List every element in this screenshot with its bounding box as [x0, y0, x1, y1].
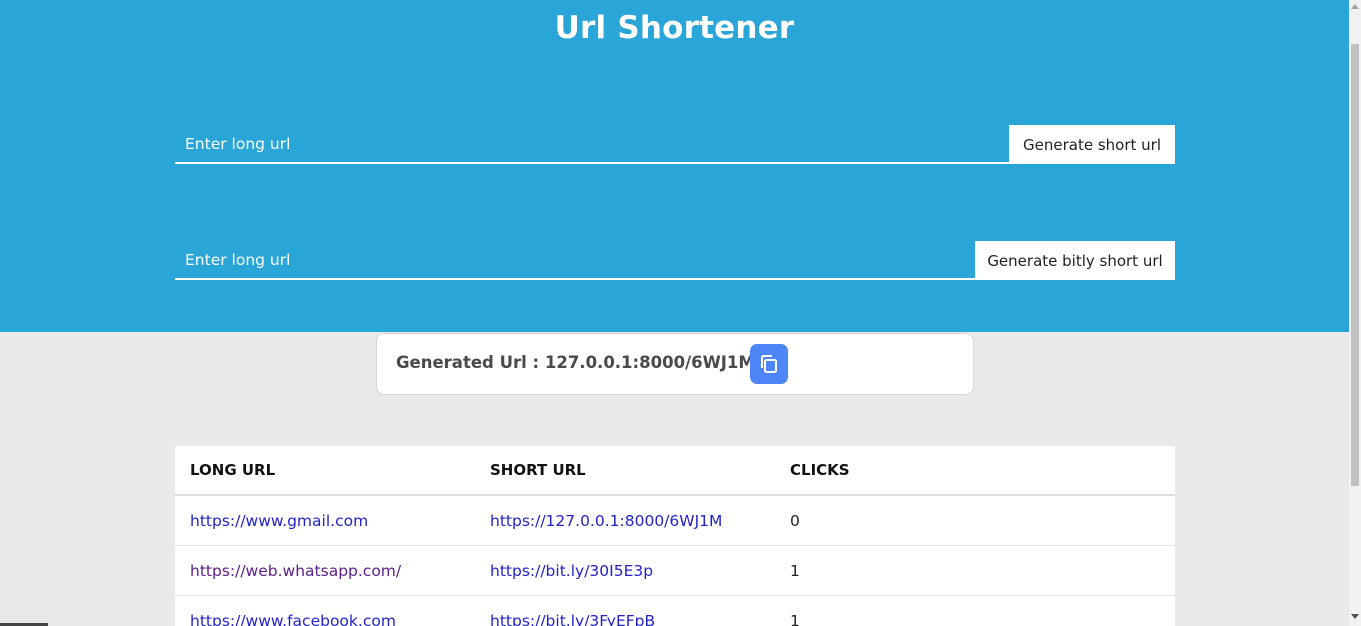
clicks-cell: 0 [775, 495, 1175, 546]
column-header-clicks: CLICKS [775, 446, 1175, 496]
short-url-cell: https://bit.ly/30I5E3p [475, 545, 775, 596]
long-url-cell: https://www.facebook.com [175, 595, 475, 626]
page: Url Shortener Generate short url Generat… [0, 0, 1349, 626]
short-url-cell: https://127.0.0.1:8000/6WJ1M [475, 495, 775, 546]
table-row: https://www.gmail.com https://127.0.0.1:… [175, 495, 1175, 546]
short-url-link[interactable]: https://bit.ly/3FyEFpB [490, 612, 655, 626]
short-url-cell: https://bit.ly/3FyEFpB [475, 595, 775, 626]
long-url-link[interactable]: https://www.gmail.com [190, 512, 368, 530]
page-title: Url Shortener [554, 10, 795, 46]
vertical-scrollbar[interactable] [1349, 0, 1361, 626]
column-header-long-url: LONG URL [175, 446, 475, 496]
bitly-long-url-input[interactable] [175, 241, 975, 280]
hero-section: Url Shortener Generate short url Generat… [0, 0, 1349, 332]
scrollbar-thumb[interactable] [1351, 44, 1359, 486]
bitly-url-form: Generate bitly short url [175, 241, 1175, 282]
copy-button[interactable] [750, 344, 788, 384]
short-url-form: Generate short url [175, 125, 1175, 166]
browser-viewport: Url Shortener Generate short url Generat… [0, 0, 1361, 626]
table-header-row: LONG URL SHORT URL CLICKS [175, 446, 1175, 496]
generate-bitly-short-url-button[interactable]: Generate bitly short url [975, 241, 1175, 280]
urls-table: LONG URL SHORT URL CLICKS https://www.gm… [175, 446, 1175, 626]
short-url-link[interactable]: https://127.0.0.1:8000/6WJ1M [490, 512, 722, 530]
copy-icon [761, 355, 777, 373]
generate-short-url-button[interactable]: Generate short url [1009, 125, 1175, 164]
generated-url-card: Generated Url : 127.0.0.1:8000/6WJ1M [376, 333, 974, 395]
scroll-down-arrow-icon[interactable] [1351, 614, 1359, 619]
long-url-cell: https://www.gmail.com [175, 495, 475, 546]
short-url-link[interactable]: https://bit.ly/30I5E3p [490, 562, 653, 580]
generated-url-text: Generated Url : 127.0.0.1:8000/6WJ1M [396, 353, 755, 372]
long-url-link[interactable]: https://www.facebook.com [190, 612, 396, 626]
scroll-up-arrow-icon[interactable] [1351, 4, 1359, 9]
urls-table-container: LONG URL SHORT URL CLICKS https://www.gm… [175, 446, 1175, 626]
clicks-cell: 1 [775, 595, 1175, 626]
long-url-input[interactable] [175, 125, 1009, 164]
long-url-cell: https://web.whatsapp.com/ [175, 545, 475, 596]
long-url-link[interactable]: https://web.whatsapp.com/ [190, 562, 401, 580]
table-row: https://www.facebook.com https://bit.ly/… [175, 595, 1175, 626]
clicks-cell: 1 [775, 545, 1175, 596]
table-row: https://web.whatsapp.com/ https://bit.ly… [175, 545, 1175, 596]
column-header-short-url: SHORT URL [475, 446, 775, 496]
